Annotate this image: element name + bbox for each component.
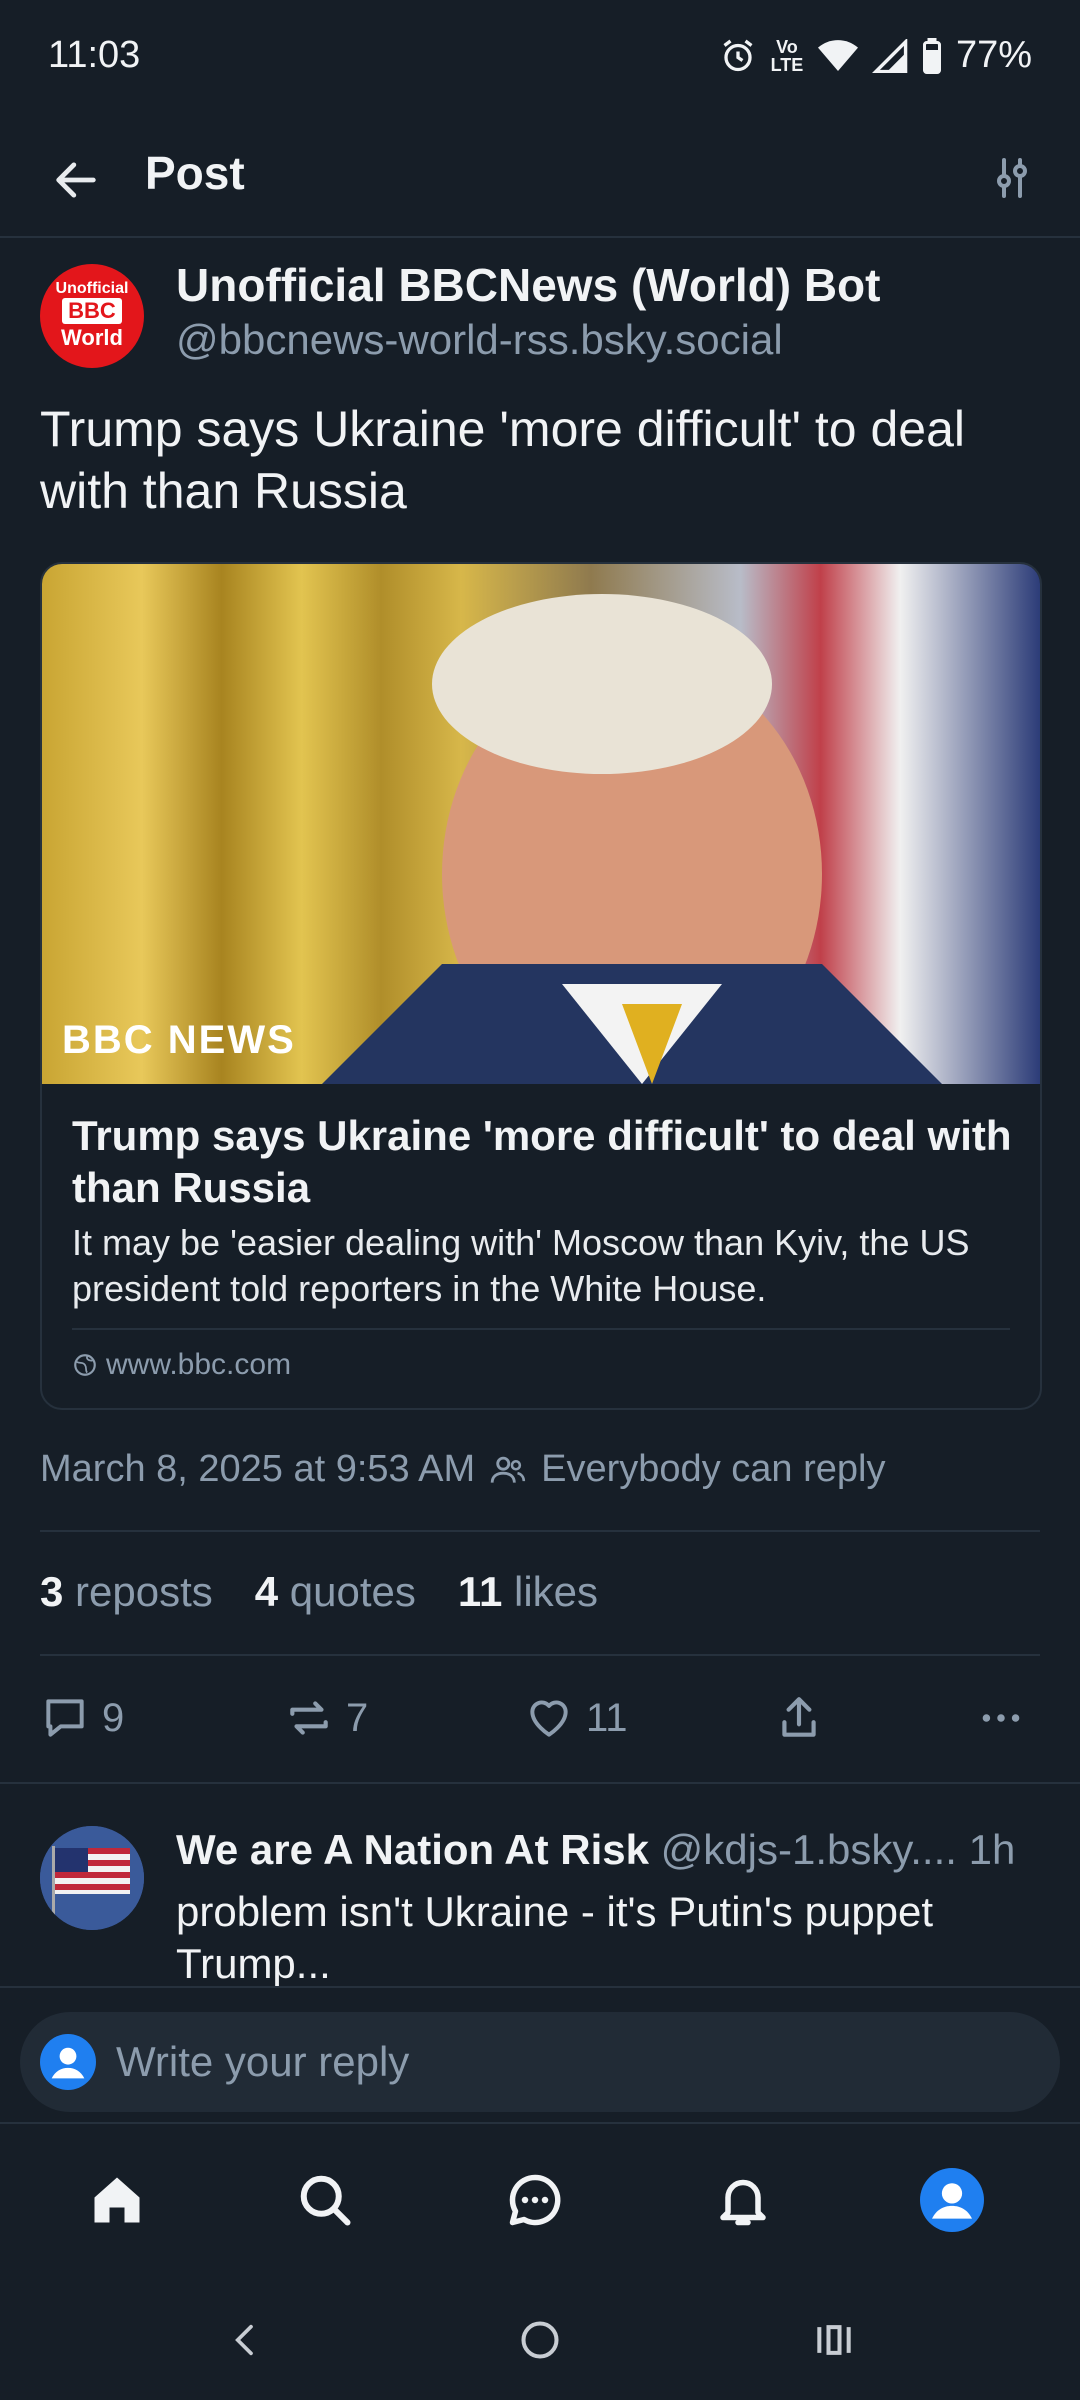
battery-percent: 77% (955, 34, 1032, 76)
globe-icon (74, 1354, 96, 1376)
volte-icon: Vo LTE (770, 36, 804, 75)
reposts-stat[interactable]: 3 reposts (40, 1568, 213, 1616)
avatar-text-top: Unofficial (55, 280, 129, 297)
thread-settings-button[interactable] (976, 142, 1048, 214)
chevron-left-icon (235, 2324, 253, 2356)
thread-divider (0, 1782, 1080, 1784)
bottom-tab-bar (0, 2122, 1080, 2272)
reply-time: 1h (968, 1826, 1016, 1873)
divider (40, 1530, 1040, 1532)
quotes-label: quotes (289, 1568, 416, 1615)
share-icon (782, 1697, 816, 1737)
share-button[interactable] (774, 1686, 824, 1750)
alarm-icon (723, 39, 753, 71)
link-card-divider (72, 1328, 1010, 1330)
quotes-stat[interactable]: 4 quotes (255, 1568, 416, 1616)
battery-icon (922, 37, 941, 74)
author-name[interactable]: Unofficial BBCNews (World) Bot (176, 258, 880, 312)
reposts-count: 3 (40, 1568, 64, 1615)
divider (40, 1654, 1040, 1656)
search-icon (300, 2175, 351, 2226)
link-card-description: It may be 'easier dealing with' Moscow t… (72, 1222, 970, 1309)
system-recents-button[interactable] (804, 2310, 864, 2370)
people-icon (490, 1456, 526, 1483)
bbc-news-logo: BBC NEWS (62, 1018, 296, 1062)
avatar-text-bottom: World (61, 325, 123, 350)
circle-home-icon (521, 2321, 559, 2359)
more-dots-icon (982, 1714, 1020, 1722)
reply-setting[interactable]: Everybody can reply (541, 1448, 885, 1491)
repost-button[interactable]: 7 (284, 1686, 368, 1750)
tab-search[interactable] (285, 2160, 365, 2240)
likes-count: 11 (457, 1568, 503, 1615)
post-meta: March 8, 2025 at 9:53 AM Everybody can r… (40, 1448, 885, 1491)
reposts-label: reposts (75, 1568, 213, 1615)
link-card-domain: www.bbc.com (106, 1348, 292, 1381)
status-icons: Vo LTE 77% (720, 34, 1032, 77)
reply-count: 9 (102, 1695, 125, 1740)
sliders-icon (997, 158, 1027, 198)
likes-stat[interactable]: 11 likes (458, 1568, 598, 1616)
back-button[interactable] (40, 144, 112, 216)
like-count: 11 (586, 1695, 628, 1740)
system-navigation-bar (0, 2270, 1080, 2400)
reply-input[interactable]: Write your reply (20, 2012, 1060, 2112)
photo-figure (322, 594, 942, 1084)
reply-button[interactable]: 9 (40, 1686, 124, 1750)
more-options-button[interactable] (976, 1686, 1026, 1750)
comment-icon (46, 1699, 84, 1737)
post-timestamp: March 8, 2025 at 9:53 AM (40, 1448, 476, 1490)
system-back-button[interactable] (216, 2310, 276, 2370)
post-header: Post (0, 120, 1080, 238)
arrow-left-icon (56, 162, 96, 198)
user-avatar-icon (40, 2034, 96, 2090)
bell-icon (720, 2179, 766, 2226)
person-icon (51, 2047, 85, 2079)
tab-home[interactable] (77, 2160, 157, 2240)
like-button[interactable]: 11 (524, 1686, 628, 1750)
tab-chat[interactable] (495, 2160, 575, 2240)
likes-label: likes (513, 1568, 599, 1615)
post-text: Trump says Ukraine 'more difficult' to d… (40, 401, 965, 519)
avatar-text-bbc: BBC (62, 298, 122, 324)
link-card-image: BBC NEWS (42, 564, 1040, 1084)
flag-avatar-image (40, 1826, 144, 1930)
profile-avatar-icon (920, 2168, 984, 2232)
heart-icon (530, 1700, 568, 1737)
signal-icon (871, 38, 908, 73)
reply-avatar[interactable] (40, 1826, 144, 1930)
reply-header: We are A Nation At Risk @kdjs-1.bsky....… (176, 1826, 1015, 1874)
reply-composer-bar: Write your reply (0, 1986, 1080, 2124)
post-actions: 9 7 11 (40, 1686, 1040, 1750)
link-card-url: www.bbc.com (72, 1348, 291, 1382)
repost-count: 7 (346, 1695, 369, 1740)
recents-icon (817, 2325, 851, 2355)
author-avatar[interactable]: Unofficial BBC World (40, 264, 144, 368)
repost-icon (290, 1701, 328, 1735)
status-bar: 11:03 Vo LTE 77% (0, 0, 1080, 120)
post-stats: 3 reposts 4 quotes 11 likes (40, 1568, 598, 1616)
page-title: Post (145, 147, 245, 199)
home-icon (94, 2177, 140, 2223)
reply-author-handle[interactable]: @kdjs-1.bsky.... (661, 1826, 957, 1873)
reply-author-name[interactable]: We are A Nation At Risk (176, 1826, 649, 1873)
tab-profile[interactable] (912, 2160, 992, 2240)
reply-text: problem isn't Ukraine - it's Putin's pup… (176, 1888, 934, 1987)
reply-placeholder: Write your reply (116, 2038, 410, 2085)
link-card[interactable]: BBC NEWS Trump says Ukraine 'more diffic… (40, 562, 1042, 1410)
chat-icon (509, 2174, 561, 2226)
tab-notifications[interactable] (703, 2160, 783, 2240)
wifi-icon (817, 39, 858, 71)
status-time: 11:03 (48, 34, 141, 76)
link-card-title: Trump says Ukraine 'more difficult' to d… (72, 1112, 1012, 1211)
author-handle[interactable]: @bbcnews-world-rss.bsky.social (176, 316, 783, 364)
system-home-button[interactable] (510, 2310, 570, 2370)
quotes-count: 4 (254, 1568, 279, 1615)
